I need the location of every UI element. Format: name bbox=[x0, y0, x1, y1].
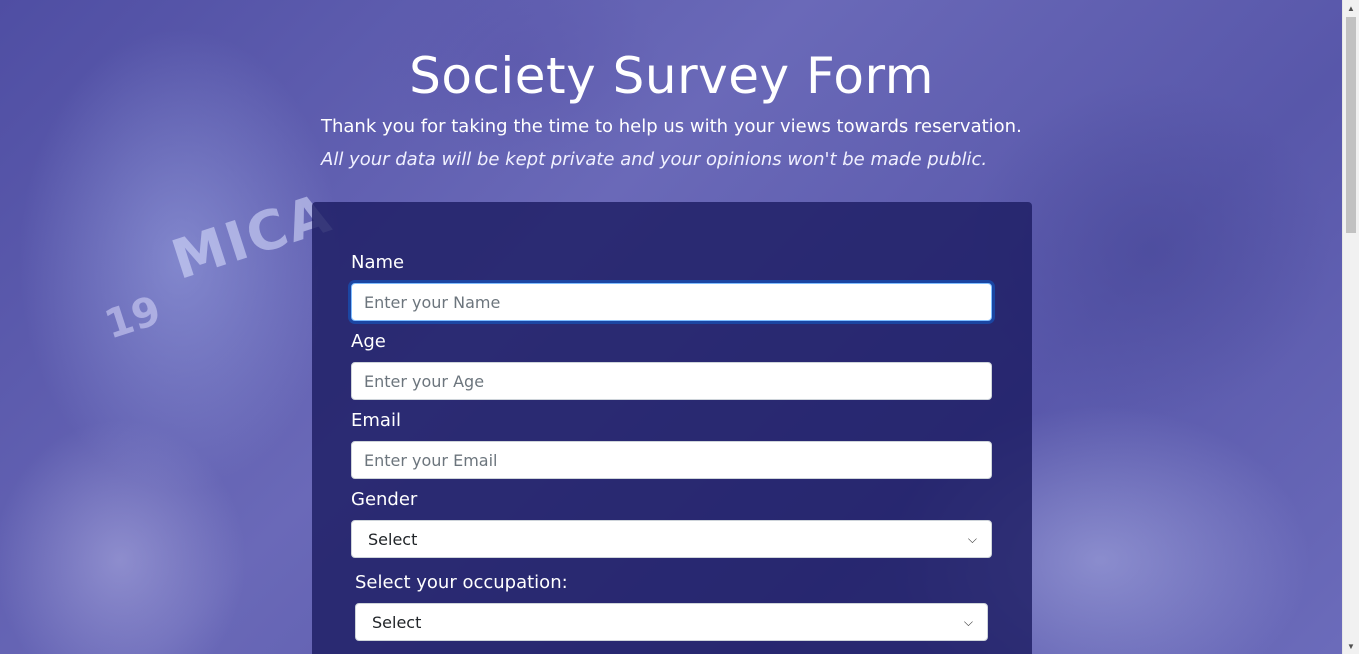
chevron-down-icon: ⌵ bbox=[967, 531, 977, 546]
occupation-select[interactable]: Select ⌵ bbox=[355, 603, 988, 641]
survey-page: MICA 19 Society Survey Form Thank you fo… bbox=[0, 0, 1359, 654]
survey-form: Name Age Email Gender Select ⌵ Select yo… bbox=[312, 202, 1032, 654]
jersey-number: 19 bbox=[99, 287, 167, 349]
scroll-down-arrow-icon[interactable]: ▼ bbox=[1343, 638, 1359, 654]
page-description: Thank you for taking the time to help us… bbox=[321, 116, 1022, 137]
gender-label: Gender bbox=[351, 489, 418, 510]
gender-select[interactable]: Select ⌵ bbox=[351, 520, 992, 558]
age-input[interactable] bbox=[351, 362, 992, 400]
occupation-select-value: Select bbox=[372, 612, 422, 632]
privacy-note: All your data will be kept private and y… bbox=[321, 149, 988, 170]
email-input[interactable] bbox=[351, 441, 992, 479]
page-title: Society Survey Form bbox=[409, 47, 934, 105]
vertical-scrollbar[interactable]: ▲ ▼ bbox=[1342, 0, 1359, 654]
name-label: Name bbox=[351, 252, 405, 273]
name-input[interactable] bbox=[351, 283, 992, 321]
email-label: Email bbox=[351, 410, 401, 431]
scrollbar-thumb[interactable] bbox=[1346, 17, 1356, 233]
chevron-down-icon: ⌵ bbox=[963, 614, 973, 629]
age-label: Age bbox=[351, 331, 386, 352]
scroll-up-arrow-icon[interactable]: ▲ bbox=[1343, 0, 1359, 16]
gender-select-value: Select bbox=[368, 529, 418, 549]
occupation-label: Select your occupation: bbox=[355, 572, 568, 593]
